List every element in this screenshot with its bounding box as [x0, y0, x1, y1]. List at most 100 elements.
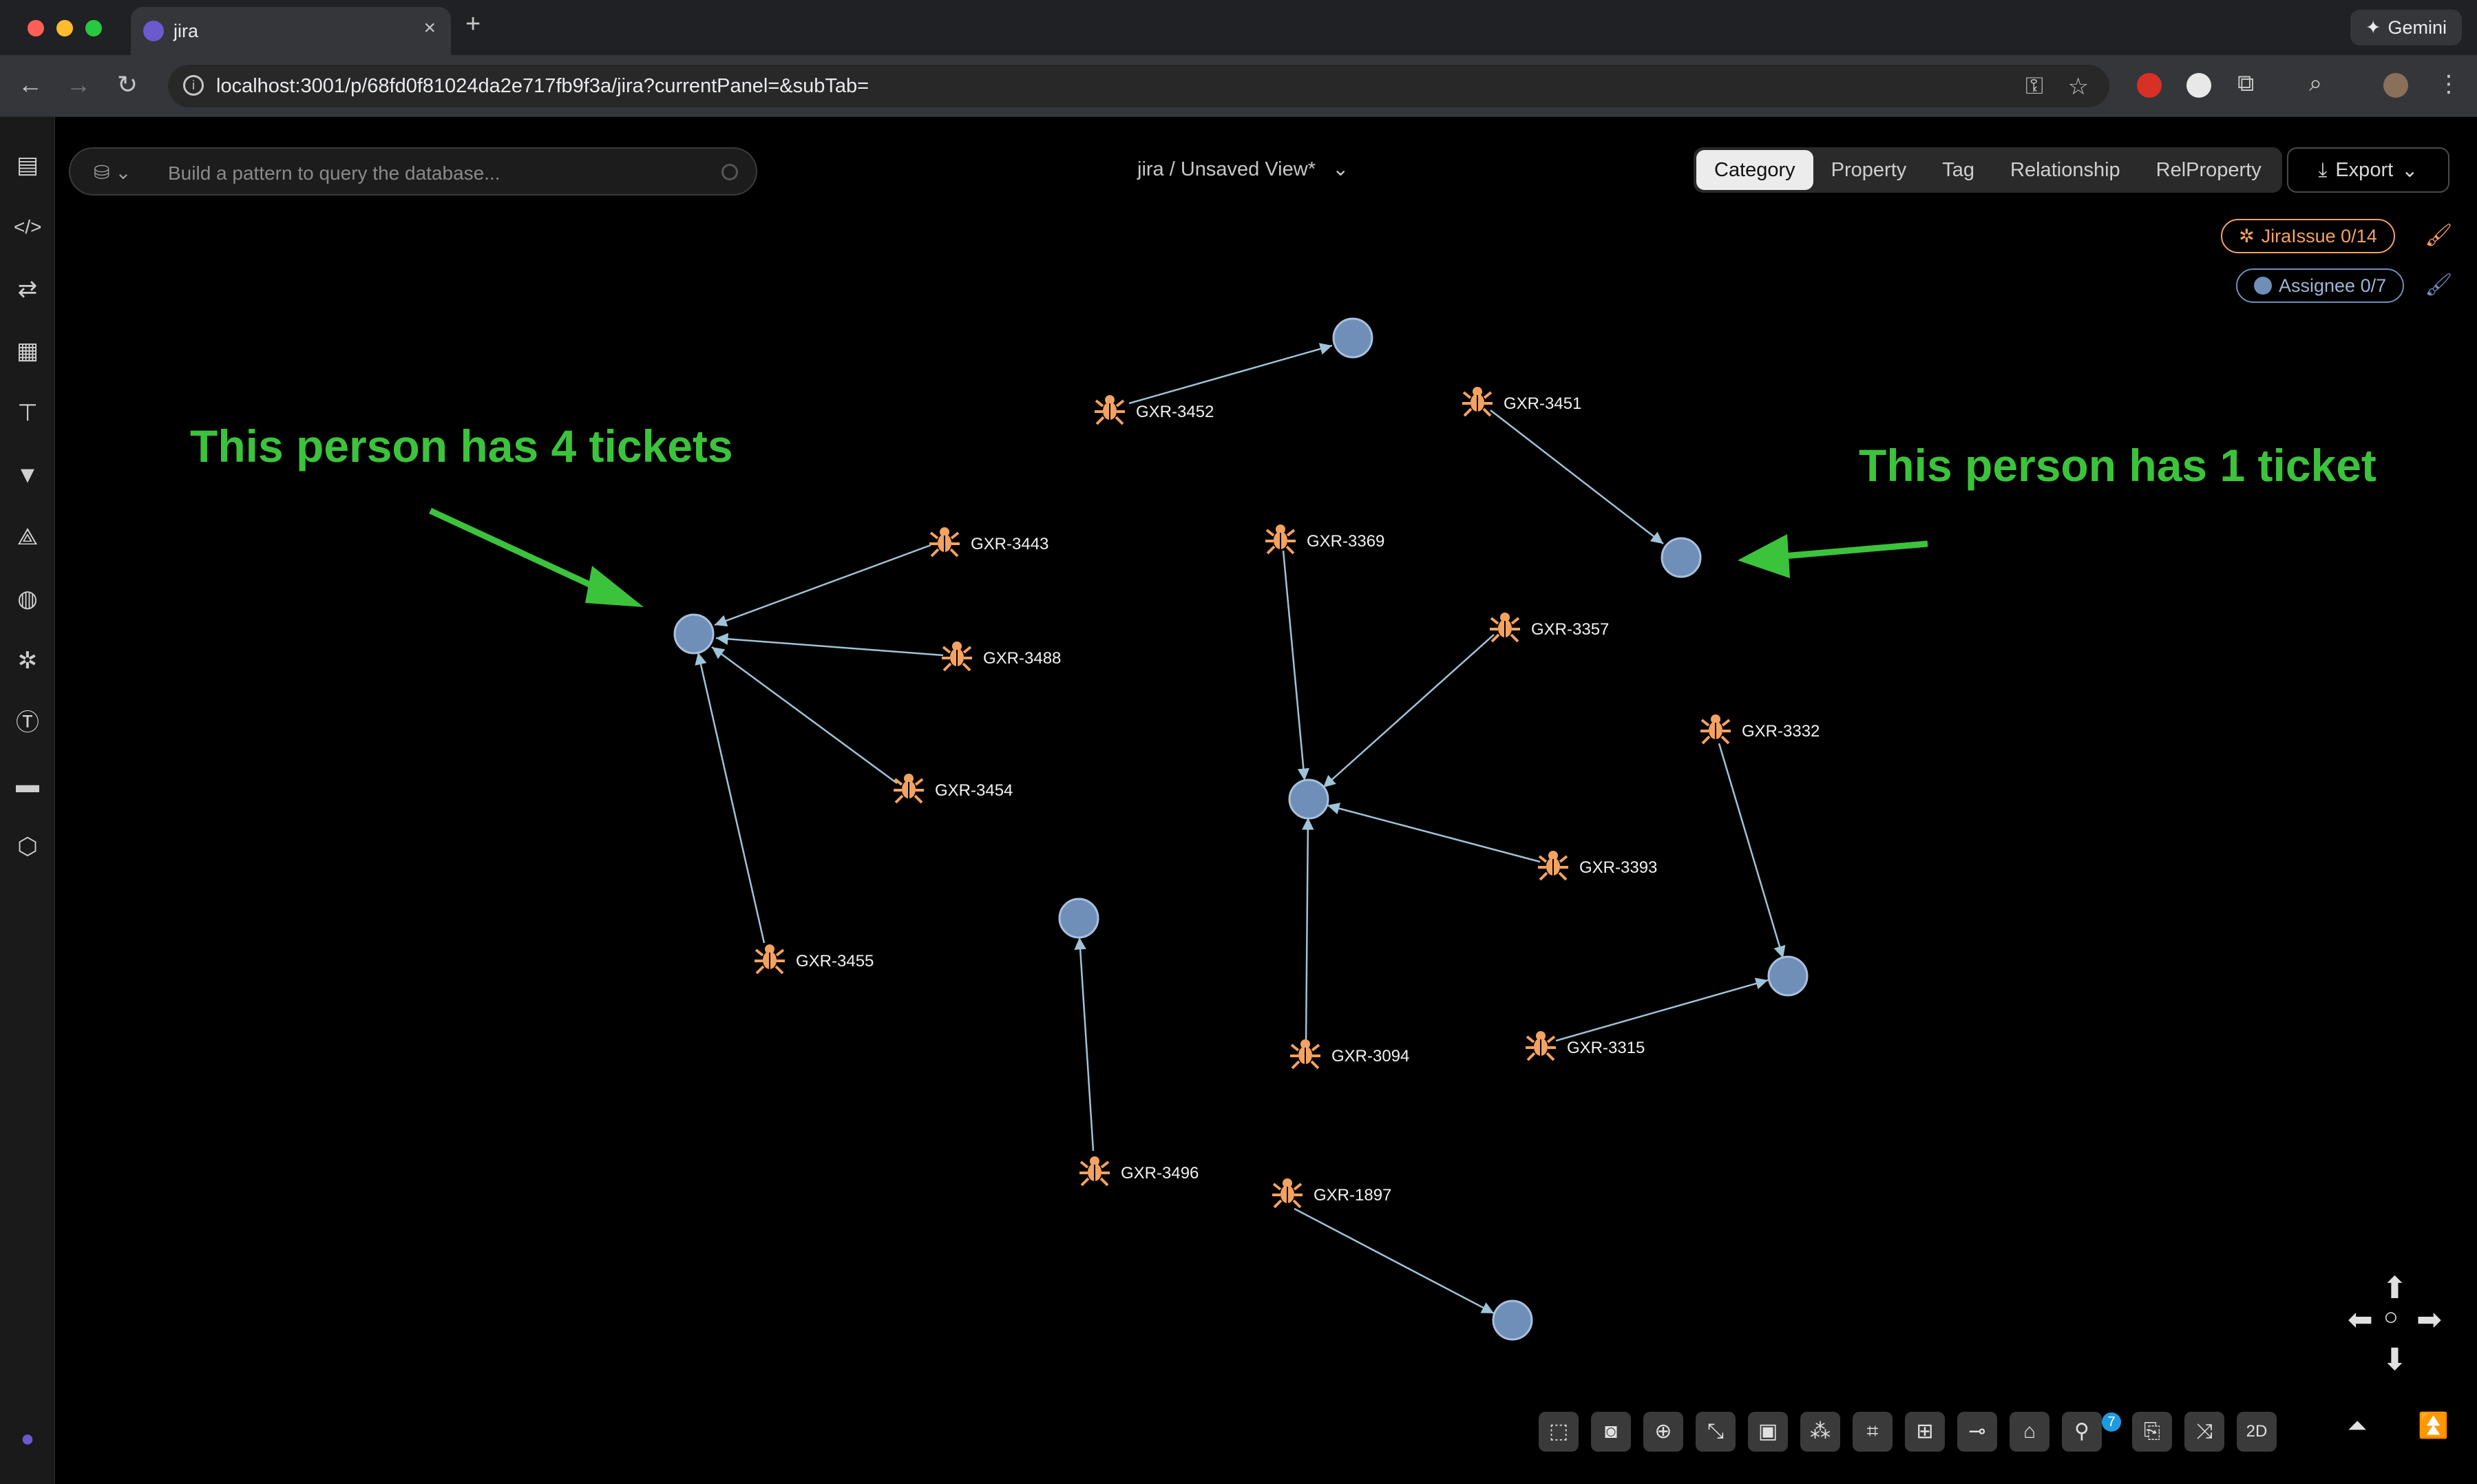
issue-node[interactable]: GXR-3496: [1078, 1155, 1199, 1187]
image-icon[interactable]: ▣: [1748, 1412, 1788, 1452]
database-selector-icon[interactable]: ⛁ ⌄: [94, 161, 131, 184]
site-info-icon[interactable]: i: [183, 75, 204, 96]
tab-property[interactable]: Property: [1813, 150, 1925, 190]
globe-icon[interactable]: ◍: [14, 585, 41, 613]
filter-icon[interactable]: ▼: [14, 461, 41, 489]
issue-node[interactable]: GXR-3443: [928, 526, 1048, 558]
graph-edge[interactable]: [714, 544, 931, 627]
bug-icon[interactable]: ✲: [14, 647, 41, 675]
issue-node[interactable]: GXR-1897: [1271, 1177, 1391, 1209]
run-query-icon[interactable]: [721, 164, 738, 180]
graph-edge[interactable]: [695, 652, 766, 944]
text-t-icon[interactable]: Ⓣ: [14, 709, 41, 736]
graph-edge[interactable]: [1555, 977, 1769, 1042]
issue-node[interactable]: GXR-3393: [1537, 849, 1657, 881]
tab-tag[interactable]: Tag: [1924, 150, 1992, 190]
app-logo-icon[interactable]: ●: [14, 1425, 41, 1452]
cluster-icon[interactable]: ⁂: [1800, 1412, 1840, 1452]
graph-edge[interactable]: [1327, 803, 1541, 863]
issue-node[interactable]: GXR-3488: [940, 640, 1061, 672]
shuffle-icon[interactable]: ⤨: [2184, 1412, 2224, 1452]
browser-tab[interactable]: jira ×: [131, 7, 451, 55]
assignee-node[interactable]: [673, 613, 715, 655]
issue-node[interactable]: GXR-3455: [753, 943, 874, 975]
pan-up-icon[interactable]: ⬆: [2382, 1271, 2407, 1306]
tab-relproperty[interactable]: RelProperty: [2138, 150, 2279, 190]
export-button[interactable]: ⤓ Export ⌄: [2287, 147, 2449, 193]
code-icon[interactable]: </>: [14, 213, 41, 241]
camera-icon[interactable]: ◙: [1591, 1412, 1631, 1452]
folder-icon[interactable]: ▬: [14, 771, 41, 798]
graph-edge[interactable]: [715, 633, 944, 657]
graph-edge[interactable]: [1490, 410, 1664, 544]
pan-down-icon[interactable]: ⬇: [2382, 1342, 2407, 1377]
tilt-down-icon[interactable]: ⏶: [2348, 1411, 2368, 1441]
minimize-window-button[interactable]: [56, 20, 73, 36]
graph-edge[interactable]: [1322, 634, 1495, 788]
tilt-up-icon[interactable]: ⏫: [2418, 1411, 2449, 1440]
forward-icon[interactable]: →: [66, 70, 91, 99]
close-window-button[interactable]: [28, 20, 44, 36]
pan-right-icon[interactable]: ➡: [2416, 1302, 2442, 1337]
back-icon[interactable]: ←: [18, 70, 43, 99]
issue-node[interactable]: GXR-3315: [1524, 1030, 1645, 1061]
profile-avatar[interactable]: [2383, 73, 2408, 98]
key-icon[interactable]: ⚿: [2025, 73, 2043, 100]
address-bar[interactable]: i localhost:3001/p/68fd0f81024da2e717fb9…: [168, 65, 2109, 107]
tab-category[interactable]: Category: [1696, 150, 1813, 190]
broom-icon[interactable]: ⌂: [2010, 1412, 2049, 1452]
issue-node[interactable]: GXR-3452: [1093, 394, 1214, 425]
swap-arrows-icon[interactable]: ⇄: [14, 275, 41, 303]
graph-edge[interactable]: [1128, 343, 1333, 405]
tab-relationship[interactable]: Relationship: [1992, 150, 2138, 190]
bookmark-star-icon[interactable]: ☆: [2068, 73, 2089, 100]
assignee-node[interactable]: [1288, 778, 1329, 820]
resize-icon[interactable]: ⤡: [1696, 1412, 1736, 1452]
assignee-node[interactable]: [1332, 317, 1373, 359]
tab-search-icon[interactable]: ⌕: [2309, 70, 2322, 97]
hierarchy-icon[interactable]: ⊤: [14, 399, 41, 427]
graph-edge[interactable]: [1302, 817, 1314, 1044]
graph-canvas[interactable]: GXR-3452 GXR-3451 GXR-3443 GXR-3369 GXR-…: [55, 206, 2477, 1484]
menu-dots-icon[interactable]: ⋮: [2437, 70, 2460, 98]
close-icon[interactable]: ×: [423, 17, 436, 40]
extension-check-icon[interactable]: [2186, 73, 2211, 98]
layout-icon[interactable]: ⌗: [1853, 1412, 1893, 1452]
graph-edge[interactable]: [711, 646, 898, 785]
assignee-node[interactable]: [1661, 537, 1702, 578]
pin-icon[interactable]: ⚲: [2062, 1412, 2102, 1452]
maximize-window-button[interactable]: [85, 20, 102, 36]
reload-icon[interactable]: ↻: [117, 70, 138, 99]
issue-node[interactable]: GXR-3451: [1461, 385, 1581, 417]
network-icon[interactable]: ⟁: [14, 523, 41, 551]
view-title-dropdown[interactable]: jira / Unsaved View* ⌄: [1137, 157, 1349, 181]
select-all-icon[interactable]: ⬚: [1539, 1412, 1579, 1452]
new-tab-icon[interactable]: +: [465, 10, 481, 39]
center-view-icon[interactable]: ○: [2383, 1302, 2399, 1331]
issue-node[interactable]: GXR-3332: [1699, 713, 1820, 745]
issue-node[interactable]: GXR-3369: [1264, 523, 1384, 555]
query-input[interactable]: ⛁ ⌄ Build a pattern to query the databas…: [69, 147, 757, 195]
pan-left-icon[interactable]: ⬅: [2348, 1302, 2373, 1337]
gemini-button[interactable]: ✦ Gemini: [2350, 10, 2462, 45]
issue-node[interactable]: GXR-3454: [892, 772, 1013, 804]
export-image-icon[interactable]: ⎘: [2132, 1412, 2172, 1452]
crosshair-icon[interactable]: ⊕: [1643, 1412, 1683, 1452]
graph-edge[interactable]: [1294, 1207, 1495, 1315]
document-icon[interactable]: ▤: [14, 151, 41, 179]
issue-node[interactable]: GXR-3357: [1488, 611, 1609, 643]
cube-icon[interactable]: ⬡: [14, 833, 41, 860]
extensions-puzzle-icon[interactable]: ⧉: [2237, 70, 2254, 97]
link-node-icon[interactable]: ⊸: [1957, 1412, 1997, 1452]
mode-2d-button[interactable]: 2D: [2237, 1412, 2277, 1452]
add-layer-icon[interactable]: ⊞: [1905, 1412, 1945, 1452]
graph-edge[interactable]: [1718, 743, 1786, 959]
issue-node[interactable]: GXR-3094: [1289, 1038, 1409, 1070]
assignee-node[interactable]: [1492, 1300, 1533, 1341]
graph-edge[interactable]: [1074, 937, 1095, 1152]
graph-edge[interactable]: [1282, 550, 1310, 781]
extension-shield-icon[interactable]: [2137, 73, 2162, 98]
assignee-node[interactable]: [1058, 898, 1099, 939]
table-icon[interactable]: ▦: [14, 337, 41, 365]
assignee-node[interactable]: [1767, 955, 1809, 997]
